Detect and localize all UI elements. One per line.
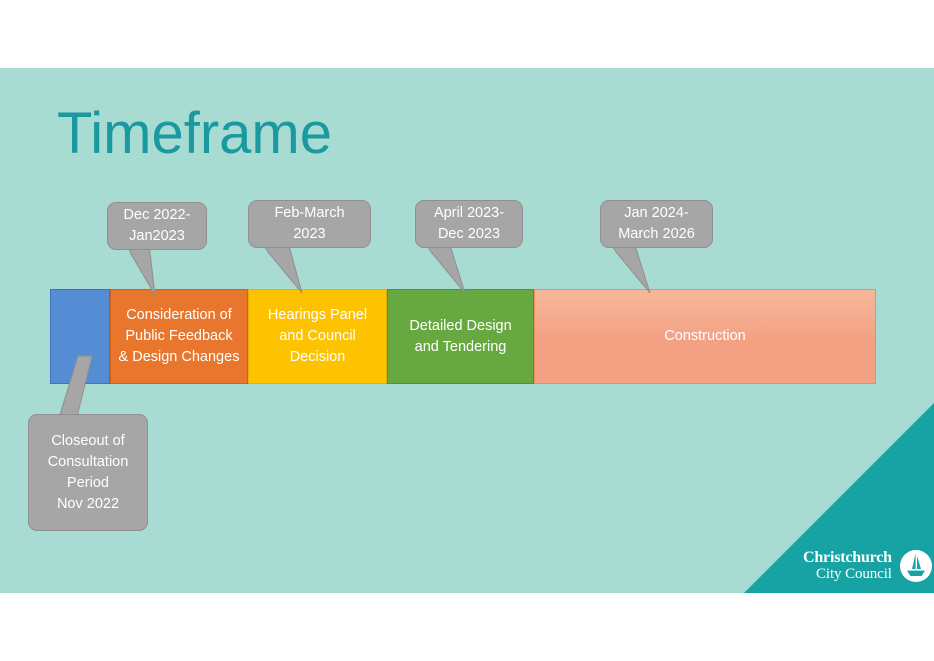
timeline-phase-label: Hearings Panel and Council Decision [267, 307, 368, 365]
timeline-phase-detailed-design[interactable]: Detailed Design and Tendering [387, 289, 534, 384]
callout-bubble: April 2023- Dec 2023 [415, 200, 523, 248]
timeline-phase-construction[interactable]: Construction [534, 289, 876, 384]
callout-text: Dec 2022- Jan2023 [123, 207, 191, 244]
callout-text: April 2023- Dec 2023 [433, 205, 505, 242]
callout-tail-icon [261, 241, 303, 294]
callout-text: Jan 2024- March 2026 [618, 205, 695, 242]
callout-tail-icon [609, 241, 651, 294]
callout-text: Closeout of Consultation Period Nov 2022 [47, 432, 129, 512]
callout-bubble: Feb-March 2023 [248, 200, 371, 248]
callout-tail-icon [424, 241, 466, 294]
timeline-phase-label: Construction [664, 328, 746, 344]
logo-line-christchurch: Christchurch [803, 549, 892, 567]
callout-bubble: Jan 2024- March 2026 [600, 200, 713, 248]
callout-bubble: Dec 2022- Jan2023 [107, 202, 207, 250]
timeline-phase-label: Detailed Design and Tendering [409, 317, 512, 355]
callout-tail-icon [126, 243, 156, 296]
presentation-slide: Christchurch City Council Timeframe Cons… [0, 68, 934, 593]
callout-text: Feb-March 2023 [274, 205, 345, 242]
christchurch-city-council-logo: Christchurch City Council [803, 549, 933, 583]
logo-wordmark: Christchurch City Council [803, 549, 892, 582]
timeline-phase-hearings[interactable]: Hearings Panel and Council Decision [248, 289, 387, 384]
timeline-bar: Consideration of Public Feedback & Desig… [50, 289, 876, 384]
logo-line-city-council: City Council [815, 565, 892, 582]
page-title: Timeframe [57, 101, 332, 166]
sailing-boat-emblem-icon [899, 550, 932, 582]
callout-bubble: Closeout of Consultation Period Nov 2022 [28, 414, 148, 531]
